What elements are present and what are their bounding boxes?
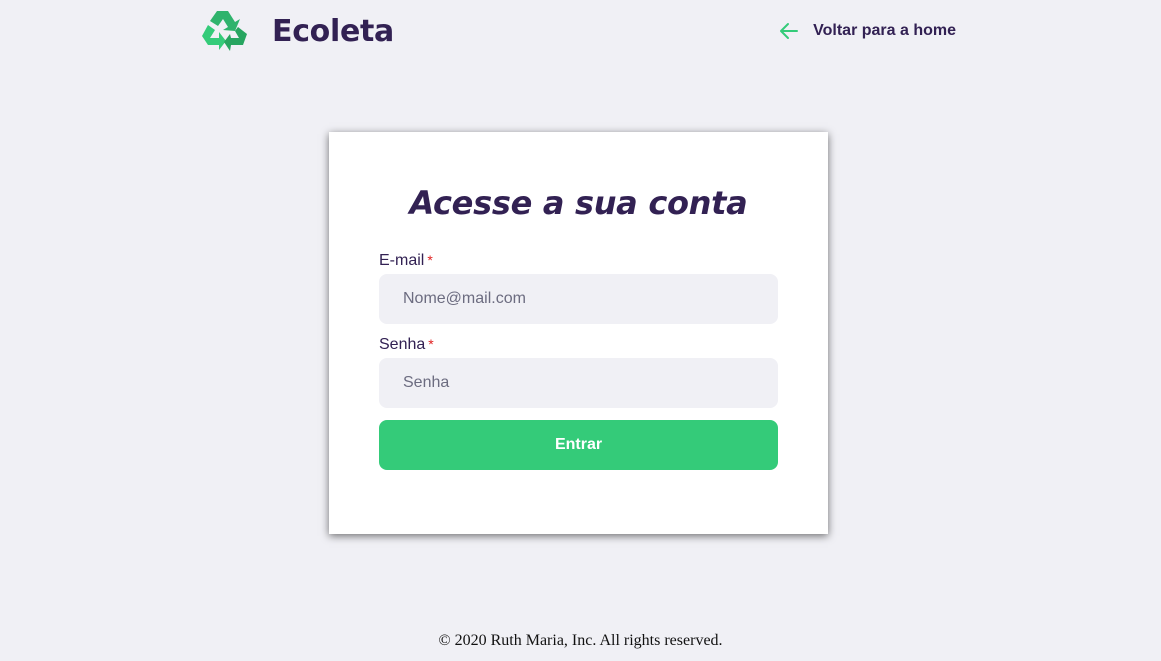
back-to-home-label: Voltar para a home <box>813 22 956 39</box>
email-required-marker: * <box>427 252 433 268</box>
brand: Ecoleta <box>200 8 394 54</box>
email-label-text: E-mail <box>379 252 425 269</box>
brand-name: Ecoleta <box>272 13 395 49</box>
login-page: Ecoleta Voltar para a home Acesse a sua … <box>0 0 1161 661</box>
back-to-home-link[interactable]: Voltar para a home <box>779 21 956 41</box>
password-required-marker: * <box>428 336 434 352</box>
footer: © 2020 Ruth Maria, Inc. All rights reser… <box>0 632 1161 650</box>
login-title: Acesse a sua conta <box>409 184 748 222</box>
copyright-text: © 2020 Ruth Maria, Inc. All rights reser… <box>438 632 723 649</box>
login-card: Acesse a sua conta E-mail* Senha* Entrar <box>329 132 828 534</box>
recycle-icon <box>202 11 247 51</box>
top-header: Ecoleta Voltar para a home <box>200 0 960 62</box>
password-field-group: Senha * <box>379 336 778 408</box>
email-field-group: E-mail * <box>379 252 778 324</box>
password-label: Senha * <box>379 336 778 356</box>
password-input[interactable] <box>379 358 778 408</box>
submit-button[interactable]: Entrar <box>379 420 778 470</box>
email-label: E-mail * <box>379 252 778 272</box>
arrow-left-icon <box>780 23 799 39</box>
password-label-text: Senha <box>379 336 426 353</box>
email-input[interactable] <box>379 274 778 324</box>
